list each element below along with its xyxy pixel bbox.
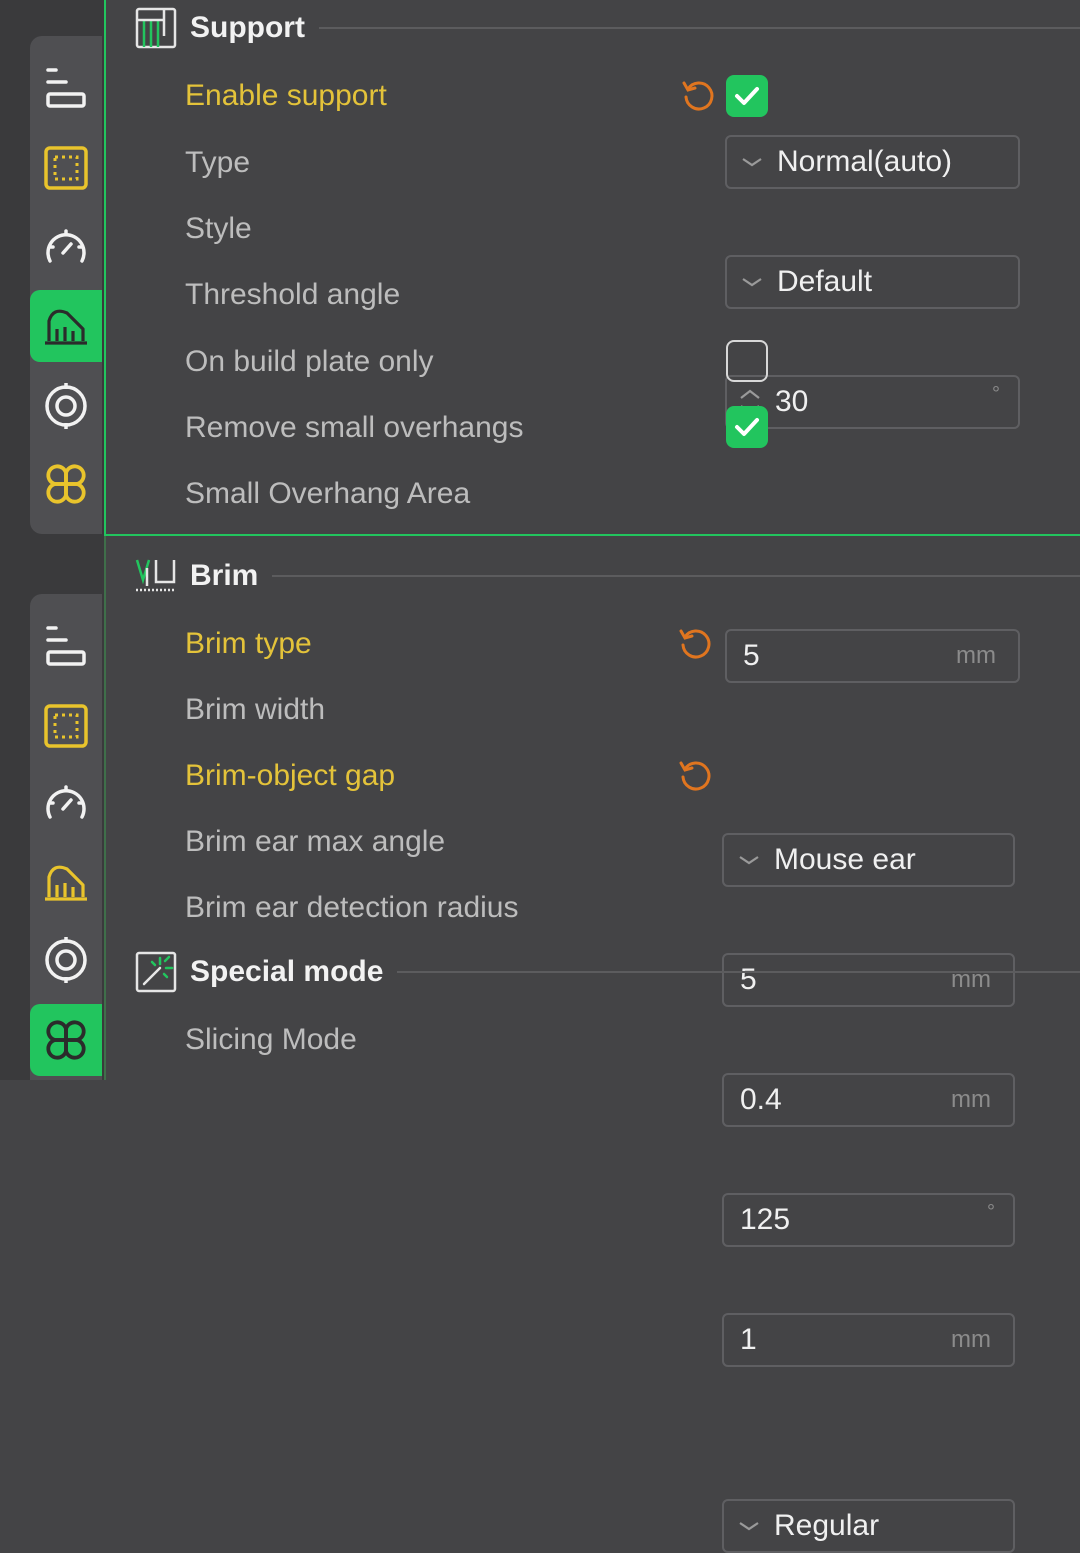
support-type-select[interactable]: Normal(auto) [725, 135, 1020, 189]
special-mode-section-icon [134, 950, 178, 994]
brim-section-title: Brim [190, 559, 259, 592]
brim-object-gap-input[interactable]: 0.4 mm [722, 1073, 1015, 1127]
remove-small-overhangs-checkbox[interactable] [726, 406, 768, 448]
support-style-label: Style [185, 212, 252, 245]
support-type-label: Type [185, 146, 251, 179]
brim-ear-max-angle-input[interactable]: 125 ° [722, 1193, 1015, 1247]
section-divider [318, 27, 1080, 29]
sidebar-support-section [30, 36, 102, 534]
slicing-mode-label: Slicing Mode [185, 1023, 357, 1056]
section-accent-border [104, 534, 1080, 536]
build-plate-only-checkbox[interactable] [726, 340, 768, 382]
build-plate-only-label: On build plate only [185, 345, 434, 378]
special-mode-section-title: Special mode [190, 955, 384, 988]
support-style-select[interactable]: Default [725, 255, 1020, 309]
brim-ear-max-angle-label: Brim ear max angle [185, 825, 446, 858]
brim-section-header: Brim [134, 556, 1080, 596]
sidebar-item-strength[interactable] [30, 690, 102, 762]
section-divider [397, 971, 1080, 973]
speed-icon [46, 229, 86, 263]
brim-type-label: Brim type [185, 627, 312, 660]
strength-icon [44, 704, 88, 748]
chevron-down-icon [742, 278, 762, 287]
sidebar-item-quality[interactable] [30, 610, 102, 682]
sidebar-brim-section [30, 594, 102, 1080]
support-icon [45, 309, 87, 345]
sidebar-item-support[interactable] [30, 846, 102, 918]
sidebar-item-others[interactable] [30, 370, 102, 442]
strength-icon [44, 146, 88, 190]
sidebar-item-speed[interactable] [30, 768, 102, 840]
sidebar-item-advanced[interactable] [30, 1004, 102, 1076]
threshold-angle-spinner[interactable]: 30 ° [725, 375, 1020, 429]
section-accent-border [104, 0, 106, 536]
brim-ear-detection-radius-input[interactable]: 1 mm [722, 1313, 1015, 1367]
check-icon [735, 87, 759, 105]
remove-small-overhangs-label: Remove small overhangs [185, 411, 524, 444]
threshold-angle-label: Threshold angle [185, 278, 401, 311]
enable-support-label: Enable support [185, 79, 387, 112]
brim-ear-detection-radius-label: Brim ear detection radius [185, 891, 519, 924]
chevron-down-icon [739, 856, 759, 865]
sidebar-item-support[interactable] [30, 290, 102, 362]
others-icon [45, 383, 87, 429]
quality-icon [46, 68, 86, 108]
reset-icon[interactable] [677, 625, 713, 661]
brim-object-gap-label: Brim-object gap [185, 759, 396, 792]
reset-icon[interactable] [680, 77, 716, 113]
sidebar-item-speed[interactable] [30, 212, 102, 284]
brim-section-icon [134, 554, 178, 598]
sidebar-item-others[interactable] [30, 924, 102, 996]
sidebar-item-advanced[interactable] [30, 448, 102, 520]
sidebar-item-quality[interactable] [30, 52, 102, 124]
reset-icon[interactable] [677, 757, 713, 793]
support-section-title: Support [190, 11, 305, 44]
section-accent-border [104, 536, 106, 1080]
speed-icon [46, 785, 86, 819]
advanced-icon [46, 464, 86, 504]
small-overhang-area-input[interactable]: 5 mm [725, 629, 1020, 683]
brim-type-select[interactable]: Mouse ear [722, 833, 1015, 887]
brim-width-label: Brim width [185, 693, 326, 726]
check-icon [735, 418, 759, 436]
enable-support-checkbox[interactable] [726, 75, 768, 117]
small-overhang-area-label: Small Overhang Area [185, 477, 471, 510]
advanced-icon [46, 1020, 86, 1060]
slicing-mode-select[interactable]: Regular [722, 1499, 1015, 1553]
quality-icon [46, 626, 86, 666]
support-section-icon [134, 6, 178, 50]
others-icon [45, 937, 87, 983]
chevron-down-icon [742, 158, 762, 167]
chevron-down-icon [739, 1522, 759, 1531]
support-section-header: Support [134, 6, 1080, 50]
special-mode-section-header: Special mode [134, 950, 1080, 994]
section-divider [272, 575, 1080, 577]
sidebar-item-strength[interactable] [30, 132, 102, 204]
support-icon [45, 865, 87, 901]
